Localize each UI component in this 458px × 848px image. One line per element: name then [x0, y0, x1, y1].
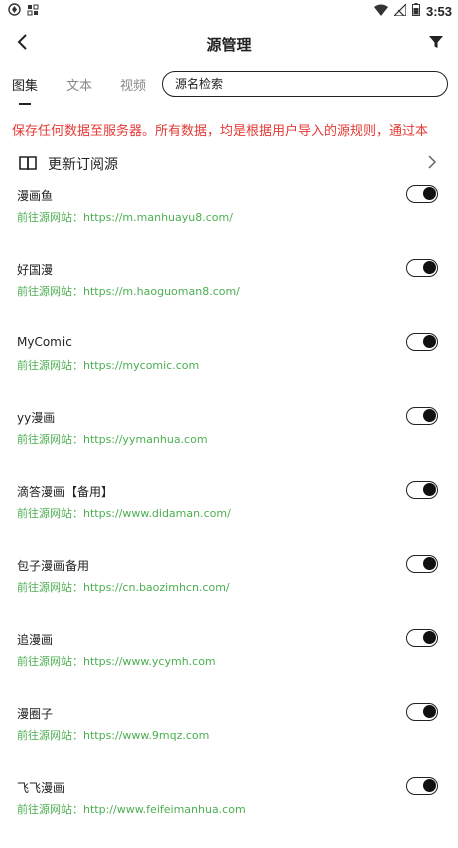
- update-subscription-row[interactable]: 更新订阅源: [0, 150, 458, 176]
- source-toggle[interactable]: [406, 185, 438, 203]
- source-toggle[interactable]: [406, 407, 438, 425]
- source-link[interactable]: 前往源网站：https://cn.baozimhcn.com/: [17, 579, 230, 595]
- source-link[interactable]: 前往源网站：http://www.feifeimanhua.com: [17, 801, 246, 817]
- page-title: 源管理: [206, 35, 252, 54]
- list-item[interactable]: yy漫画 前往源网站：https://yymanhua.com: [0, 404, 458, 478]
- sim-notification-icon: [27, 4, 39, 19]
- chevron-left-icon: [15, 33, 29, 55]
- source-toggle[interactable]: [406, 629, 438, 647]
- toggle-knob: [423, 483, 436, 496]
- list-item[interactable]: 追漫画 前往源网站：https://www.ycymh.com: [0, 626, 458, 700]
- source-name: 好国漫: [17, 263, 54, 277]
- disclaimer-text: 保存任何数据至服务器。所有数据，均是根据用户导入的源规则，通过本: [12, 124, 429, 139]
- toggle-knob: [423, 631, 436, 644]
- update-subscription-label: 更新订阅源: [48, 157, 118, 173]
- status-bar: 3:53: [0, 0, 458, 22]
- list-item[interactable]: 漫画鱼 前往源网站：https://m.manhuayu8.com/: [0, 182, 458, 256]
- app-bar: 源管理: [0, 24, 458, 64]
- source-link[interactable]: 前往源网站：https://yymanhua.com: [17, 431, 208, 447]
- battery-icon: [411, 3, 420, 19]
- source-toggle[interactable]: [406, 481, 438, 499]
- list-item[interactable]: 滴答漫画【备用】 前往源网站：https://www.didaman.com/: [0, 478, 458, 552]
- source-link[interactable]: 前往源网站：https://m.haoguoman8.com/: [17, 283, 240, 299]
- toggle-knob: [423, 779, 436, 792]
- source-toggle[interactable]: [406, 259, 438, 277]
- wifi-icon: [373, 4, 388, 19]
- toggle-knob: [423, 409, 436, 422]
- source-name: 包子漫画备用: [17, 559, 90, 573]
- book-icon: [18, 153, 38, 173]
- source-link[interactable]: 前往源网站：https://www.didaman.com/: [17, 505, 231, 521]
- toggle-knob: [423, 335, 436, 348]
- source-link[interactable]: 前往源网站：https://www.ycymh.com: [17, 653, 216, 669]
- toggle-knob: [423, 705, 436, 718]
- tab-bar: 图集 文本 视频: [0, 66, 458, 106]
- source-name: 滴答漫画【备用】: [17, 485, 114, 499]
- source-list: 漫画鱼 前往源网站：https://m.manhuayu8.com/ 好国漫 前…: [0, 182, 458, 848]
- list-item[interactable]: MyComic 前往源网站：https://mycomic.com: [0, 330, 458, 404]
- tab-video[interactable]: 视频: [120, 75, 146, 98]
- search-input[interactable]: [173, 76, 437, 92]
- toggle-knob: [423, 187, 436, 200]
- source-name: yy漫画: [17, 411, 56, 425]
- status-time: 3:53: [425, 3, 452, 19]
- app-notification-icon: [8, 3, 21, 19]
- chevron-right-icon: [424, 154, 440, 170]
- signal-icon: [392, 2, 407, 19]
- tab-gallery[interactable]: 图集: [12, 75, 38, 105]
- list-item[interactable]: 好国漫 前往源网站：https://m.haoguoman8.com/: [0, 256, 458, 330]
- list-item[interactable]: 漫圈子 前往源网站：https://www.9mqz.com: [0, 700, 458, 774]
- source-toggle[interactable]: [406, 333, 438, 351]
- tab-text[interactable]: 文本: [66, 75, 92, 98]
- source-toggle[interactable]: [406, 703, 438, 721]
- source-name: 追漫画: [17, 633, 54, 647]
- source-name: 飞飞漫画: [17, 781, 66, 795]
- list-item[interactable]: 包子漫画备用 前往源网站：https://cn.baozimhcn.com/: [0, 552, 458, 626]
- toggle-knob: [423, 261, 436, 274]
- list-item[interactable]: 飞飞漫画 前往源网站：http://www.feifeimanhua.com: [0, 774, 458, 848]
- back-button[interactable]: [10, 32, 34, 56]
- filter-icon: [428, 34, 444, 54]
- filter-button[interactable]: [424, 32, 448, 56]
- source-name: 漫画鱼: [17, 189, 54, 203]
- toggle-knob: [423, 557, 436, 570]
- source-toggle[interactable]: [406, 777, 438, 795]
- search-box[interactable]: [162, 71, 448, 97]
- source-name: 漫圈子: [17, 707, 54, 721]
- source-link[interactable]: 前往源网站：https://m.manhuayu8.com/: [17, 209, 233, 225]
- source-link[interactable]: 前往源网站：https://www.9mqz.com: [17, 727, 209, 743]
- source-name: MyComic: [17, 335, 72, 349]
- source-link[interactable]: 前往源网站：https://mycomic.com: [17, 357, 199, 373]
- source-toggle[interactable]: [406, 555, 438, 573]
